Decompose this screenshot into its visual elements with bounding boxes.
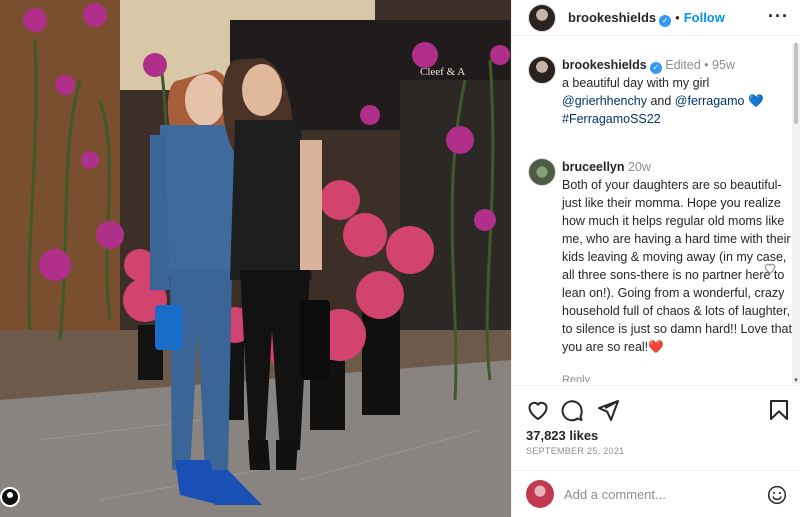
comment-icon[interactable] (560, 398, 584, 422)
author-username[interactable]: brookeshields (568, 10, 656, 25)
red-heart-emoji: ❤️ (648, 340, 664, 354)
separator-dot: • (704, 58, 709, 72)
caption-avatar[interactable] (528, 56, 556, 84)
comments-list: brookeshields ✓ Edited • 95w a beautiful … (512, 44, 800, 382)
post-photo[interactable]: Cleef & A (0, 0, 511, 517)
commenter-avatar[interactable] (528, 158, 556, 186)
caption-username[interactable]: brookeshields (562, 58, 647, 72)
mention-link[interactable]: @grierhhenchy (562, 94, 647, 108)
post-side-panel: brookeshields ✓ • Follow ··· brookeshields ✓… (511, 0, 800, 517)
post-actions (512, 385, 800, 430)
reply-button[interactable]: Reply (562, 374, 590, 382)
svg-text:Cleef & A: Cleef & A (420, 66, 465, 78)
bookmark-icon[interactable] (767, 398, 791, 422)
paper-plane-icon[interactable] (596, 398, 620, 422)
heart-outline-icon[interactable] (526, 398, 550, 422)
verified-badge-icon: ✓ (649, 62, 662, 74)
caption-age[interactable]: 95w (712, 58, 735, 72)
post-date: SEPTEMBER 25, 2021 (526, 446, 625, 456)
comment: bruceellyn 20w Both of your daughters ar… (562, 158, 794, 356)
caption-text: a beautiful day with my girl (562, 76, 710, 90)
post-header: brookeshields ✓ • Follow ··· (512, 0, 800, 36)
caption: brookeshields ✓ Edited • 95w a beautiful … (562, 56, 794, 128)
comment-like-heart-icon[interactable] (763, 261, 777, 275)
comments-scrollbar[interactable]: ▲ ▼ (792, 42, 800, 384)
scrollbar-thumb[interactable] (794, 44, 798, 124)
comment-text: Both of your daughters are so beautiful-… (562, 178, 792, 354)
verified-badge-icon: ✓ (659, 15, 672, 27)
follow-button[interactable]: Follow (684, 10, 725, 25)
caption-and: and (650, 94, 672, 108)
scroll-down-icon[interactable]: ▼ (793, 378, 799, 384)
hashtag-link[interactable]: #FerragamoSS22 (562, 112, 661, 126)
likes-count[interactable]: 37,823 likes (526, 428, 598, 443)
emoji-icon[interactable] (767, 485, 787, 505)
viewer-avatar (526, 480, 554, 508)
comment-age[interactable]: 20w (628, 160, 651, 174)
add-comment-bar (512, 470, 800, 517)
add-comment-input[interactable] (564, 484, 754, 504)
edited-label: Edited (665, 58, 701, 72)
mention-link[interactable]: @ferragamo (675, 94, 745, 108)
author-line: brookeshields ✓ • Follow (568, 10, 725, 27)
author-avatar[interactable] (528, 4, 556, 32)
more-horizontal-icon[interactable]: ··· (768, 6, 789, 27)
separator-dot: • (675, 10, 680, 25)
photo-illustration: Cleef & A (0, 0, 511, 517)
commenter-username[interactable]: bruceellyn (562, 160, 625, 174)
blue-heart-emoji: 💙 (747, 94, 764, 108)
tagged-user-icon[interactable] (0, 487, 20, 507)
